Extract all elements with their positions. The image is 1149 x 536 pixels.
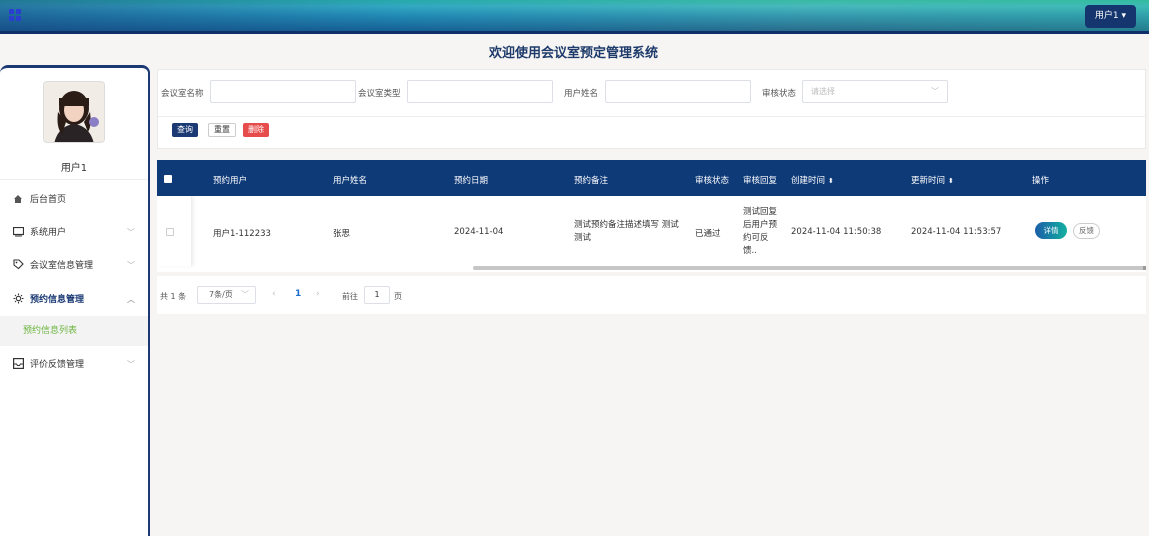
sidebar-item-home[interactable]: 后台首页 [0,182,148,215]
room-type-input[interactable] [407,80,553,103]
delete-button[interactable]: 删除 [243,123,269,137]
query-button[interactable]: 查询 [172,123,198,137]
room-name-label: 会议室名称 [161,89,204,99]
row-checkbox[interactable] [166,228,174,236]
sidebar-item-room-info[interactable]: 会议室信息管理 ﹀ [0,248,148,281]
room-type-label: 会议室类型 [358,89,401,99]
header-created-label: 创建时间 [791,176,826,186]
pagination-total: 共 1 条 [160,292,187,301]
page-number[interactable]: 1 [295,289,301,299]
feedback-button[interactable]: 反馈 [1073,223,1100,239]
header-updated[interactable]: 更新时间 ⬍ [911,174,954,186]
header-updated-label: 更新时间 [911,176,946,186]
detail-button[interactable]: 详情 [1035,222,1067,239]
page-size-value: 7条/页 [209,290,233,299]
user-name-input[interactable] [605,80,751,103]
home-icon [12,193,24,205]
tag-icon [12,259,24,271]
avatar [43,81,105,143]
sidebar-item-label: 评价反馈管理 [30,360,85,370]
header-created[interactable]: 创建时间 ⬍ [791,174,834,186]
table-row: 用户1-112233 张思 2024-11-04 测试预约备注描述填写 测试测试… [157,196,1146,266]
chevron-down-icon: ﹀ [127,261,135,270]
user-name-label: 用户姓名 [564,89,599,99]
table-header: 预约用户 用户姓名 预约日期 预约备注 审核状态 审核回复 创建时间 ⬍ 更新时间… [157,160,1146,196]
status-select-placeholder: 请选择 [811,87,835,96]
user-menu-button[interactable]: 用户1 ▾ [1084,5,1136,28]
page-suffix-label: 页 [394,292,402,301]
sidebar-item-system-users[interactable]: 系统用户 ﹀ [0,215,148,248]
sidebar-item-booking[interactable]: 预约信息管理 ︿ [0,282,148,315]
sort-icon: ⬍ [948,177,954,185]
sidebar-subitem-booking-list[interactable]: 预约信息列表 [0,316,148,346]
chevron-down-icon: ﹀ [127,360,135,369]
sidebar-item-label: 预约信息管理 [30,295,85,305]
monitor-icon [12,226,24,238]
header-actions: 操作 [1032,176,1050,186]
sort-icon: ⬍ [828,177,834,185]
cell-reply: 测试回复后用户预约可反馈.. [743,207,778,256]
sidebar-item-label: 会议室信息管理 [30,261,94,271]
reset-button[interactable]: 重置 [208,123,236,137]
header-reply: 审核回复 [743,176,778,186]
cell-remark: 测试预约备注描述填写 测试测试 [574,220,679,243]
header-user-name: 用户姓名 [333,176,368,186]
top-bar: 用户1 ▾ [0,0,1149,34]
checkbox-column [157,196,192,266]
cell-booking-user: 用户1-112233 [213,229,271,239]
page-size-select[interactable]: 7条/页 ﹀ [197,286,256,304]
divider [0,179,148,180]
room-name-input[interactable] [210,80,356,103]
sidebar-item-label: 系统用户 [30,228,67,238]
sidebar-username: 用户1 [60,163,88,174]
cell-booking-date: 2024-11-04 [454,227,504,237]
booking-table: 预约用户 用户姓名 预约日期 预约备注 审核状态 审核回复 创建时间 ⬍ 更新时间… [157,160,1146,272]
chevron-down-icon: ﹀ [931,87,939,96]
sidebar: 用户1 后台首页 系统用户 ﹀ 会议室信息管理 ﹀ 预约信息管理 ︿ 预约信息列… [0,65,150,536]
chevron-up-icon: ︿ [127,295,135,304]
header-booking-user: 预约用户 [213,176,248,186]
prev-page-icon[interactable]: ‹ [272,289,276,299]
cell-user-name: 张思 [333,229,351,239]
gear-icon [12,293,24,305]
horizontal-scrollbar[interactable] [473,266,1146,270]
header-status: 审核状态 [695,176,730,186]
sidebar-item-label: 后台首页 [30,195,67,205]
divider [158,116,1145,117]
page-title: 欢迎使用会议室预定管理系统 [488,46,658,61]
scrollbar-end [1143,266,1146,270]
header-booking-date: 预约日期 [454,176,489,186]
next-page-icon[interactable]: › [316,289,320,299]
goto-page-input[interactable]: 1 [364,286,390,304]
goto-label: 前往 [342,292,358,301]
cell-updated: 2024-11-04 11:53:57 [911,227,1002,237]
chevron-down-icon: ﹀ [127,228,135,237]
status-label: 审核状态 [762,89,797,99]
top-bar-gradient [0,0,1149,31]
sidebar-item-feedback[interactable]: 评价反馈管理 ﹀ [0,347,148,380]
search-panel: 会议室名称 会议室类型 用户姓名 审核状态 请选择 ﹀ 查询 重置 删除 [157,69,1146,149]
chevron-down-icon: ﹀ [241,290,249,299]
header-remark: 预约备注 [574,176,609,186]
apps-grid-icon[interactable] [9,9,21,21]
pagination: 共 1 条 7条/页 ﹀ ‹ 1 › 前往 1 页 [157,276,1146,314]
cell-status: 已通过 [695,229,721,239]
select-all-checkbox[interactable] [164,175,172,183]
inbox-icon [12,358,24,370]
status-select[interactable]: 请选择 ﹀ [802,80,948,103]
cell-created: 2024-11-04 11:50:38 [791,227,882,237]
